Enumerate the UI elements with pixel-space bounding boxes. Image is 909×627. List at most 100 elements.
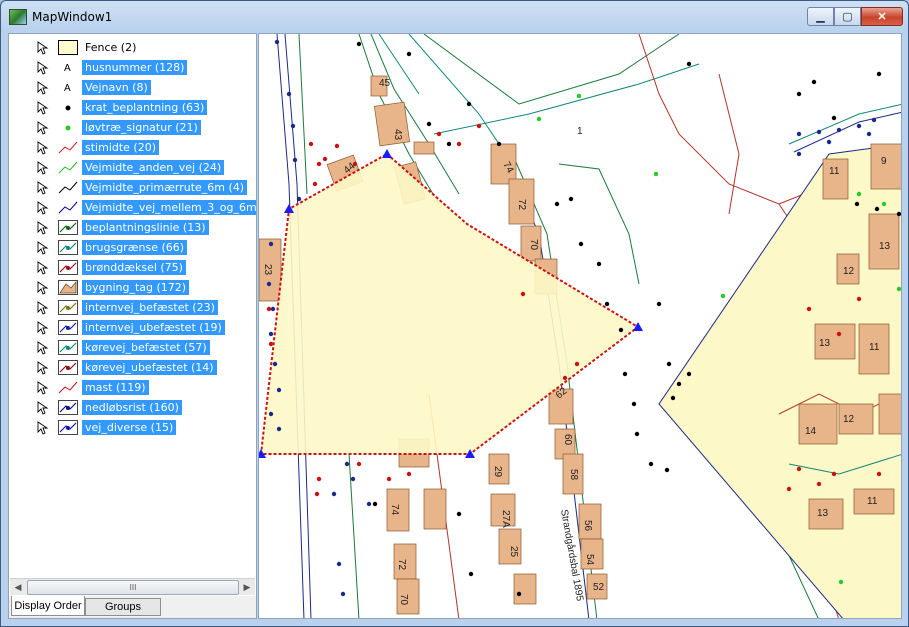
title-bar[interactable]: MapWindow1 ▁ ▢ ✕ bbox=[1, 1, 908, 31]
layer-row[interactable]: Vejmidte_primærrute_6m (4) bbox=[9, 178, 256, 198]
select-cursor-icon[interactable] bbox=[37, 241, 49, 255]
layer-row[interactable]: kørevej_befæstet (57) bbox=[9, 338, 256, 358]
text-symbol-icon: A bbox=[64, 83, 71, 94]
map-point-feature bbox=[720, 293, 726, 299]
map-point-feature bbox=[356, 461, 362, 467]
house-number-label: 23 bbox=[262, 264, 273, 276]
layer-label[interactable]: kørevej_befæstet (57) bbox=[82, 340, 210, 355]
select-cursor-icon[interactable] bbox=[37, 321, 49, 335]
layer-row[interactable]: løvtræ_signatur (21) bbox=[9, 118, 256, 138]
map-point-feature bbox=[316, 476, 322, 482]
select-cursor-icon[interactable] bbox=[37, 301, 49, 315]
map-view[interactable]: 45 43 44 74 72 70 23 62 60 58 29 27A 25 74 72 70 56 54 52 9… bbox=[258, 33, 902, 619]
layer-row[interactable]: Fence (2) bbox=[9, 38, 256, 58]
map-canvas[interactable]: 454344 747270236260582927A257472705654529… bbox=[259, 34, 902, 619]
layer-row[interactable]: vej_diverse (15) bbox=[9, 418, 256, 438]
layer-label[interactable]: løvtræ_signatur (21) bbox=[82, 120, 201, 135]
layer-label[interactable]: internvej_befæstet (23) bbox=[82, 300, 218, 315]
layer-label[interactable]: brugsgrænse (66) bbox=[82, 240, 188, 255]
layer-row[interactable]: kørevej_ubefæstet (14) bbox=[9, 358, 256, 378]
map-point-feature bbox=[596, 261, 602, 267]
layer-row[interactable]: brugsgrænse (66) bbox=[9, 238, 256, 258]
layer-row[interactable]: krat_beplantning (63) bbox=[9, 98, 256, 118]
polygon-symbol-icon bbox=[58, 280, 78, 295]
horizontal-scrollbar[interactable]: ◀ III ▶ bbox=[10, 578, 255, 595]
layer-row[interactable]: mast (119) bbox=[9, 378, 256, 398]
layer-row[interactable]: brønddæksel (75) bbox=[9, 258, 256, 278]
select-cursor-icon[interactable] bbox=[37, 81, 49, 95]
layer-list: Fence (2) Ahusnummer (128) A Vejnavn (8) kra… bbox=[9, 34, 256, 578]
legend-tabs: Display Order Groups bbox=[9, 596, 256, 618]
select-cursor-icon[interactable] bbox=[37, 201, 49, 215]
map-point-feature bbox=[831, 471, 837, 477]
layer-row[interactable]: nedløbsrist (160) bbox=[9, 398, 256, 418]
select-cursor-icon[interactable] bbox=[37, 381, 49, 395]
layer-label[interactable]: beplantningslinie (13) bbox=[82, 220, 209, 235]
layer-row[interactable]: bygning_tag (172) bbox=[9, 278, 256, 298]
select-cursor-icon[interactable] bbox=[37, 101, 49, 115]
maximize-button[interactable]: ▢ bbox=[834, 7, 861, 26]
select-cursor-icon[interactable] bbox=[37, 341, 49, 355]
layer-row[interactable]: Vejmidte_vej_mellem_3_og_6m (8) bbox=[9, 198, 256, 218]
map-point-feature bbox=[520, 291, 526, 297]
select-cursor-icon[interactable] bbox=[37, 41, 49, 55]
tab-groups[interactable]: Groups bbox=[85, 598, 161, 616]
minimize-button[interactable]: ▁ bbox=[807, 7, 834, 26]
layer-label[interactable]: brønddæksel (75) bbox=[82, 260, 186, 275]
scroll-thumb[interactable]: III bbox=[27, 580, 239, 595]
house-number-label: 72 bbox=[396, 559, 407, 571]
select-cursor-icon[interactable] bbox=[37, 261, 49, 275]
layer-label[interactable]: Vejnavn (8) bbox=[82, 80, 151, 95]
layer-label[interactable]: stimidte (20) bbox=[82, 140, 160, 155]
select-cursor-icon[interactable] bbox=[37, 121, 49, 135]
layer-row[interactable]: internvej_ubefæstet (19) bbox=[9, 318, 256, 338]
layer-row[interactable]: A Vejnavn (8) bbox=[9, 78, 256, 98]
map-point-feature bbox=[622, 371, 628, 377]
map-point-feature bbox=[568, 196, 574, 202]
layer-label[interactable]: mast (119) bbox=[82, 380, 149, 395]
map-point-feature bbox=[268, 331, 274, 337]
select-cursor-icon[interactable] bbox=[37, 141, 49, 155]
layer-row[interactable]: stimidte (20) bbox=[9, 138, 256, 158]
layer-label[interactable]: bygning_tag (172) bbox=[82, 280, 190, 295]
map-point-feature bbox=[618, 327, 624, 333]
layer-row[interactable]: beplantningslinie (13) bbox=[9, 218, 256, 238]
layer-label[interactable]: Fence (2) bbox=[82, 40, 139, 55]
line-point-symbol-icon bbox=[58, 340, 78, 355]
scroll-left-arrow-icon[interactable]: ◀ bbox=[10, 579, 26, 595]
layer-row[interactable]: Ahusnummer (128) bbox=[9, 58, 256, 78]
close-button[interactable]: ✕ bbox=[861, 7, 903, 26]
map-point-feature bbox=[344, 461, 350, 467]
line-point-symbol-icon bbox=[58, 300, 78, 315]
layer-label[interactable]: internvej_ubefæstet (19) bbox=[82, 320, 225, 335]
select-cursor-icon[interactable] bbox=[37, 361, 49, 375]
layer-label[interactable]: nedløbsrist (160) bbox=[82, 400, 182, 415]
line-symbol-icon bbox=[58, 161, 78, 174]
map-point-feature bbox=[796, 91, 802, 97]
select-cursor-icon[interactable] bbox=[37, 401, 49, 415]
select-cursor-icon[interactable] bbox=[37, 161, 49, 175]
tab-display-order[interactable]: Display Order bbox=[11, 596, 85, 616]
layer-label[interactable]: vej_diverse (15) bbox=[82, 420, 177, 435]
map-point-feature bbox=[268, 411, 274, 417]
select-cursor-icon[interactable] bbox=[37, 421, 49, 435]
layer-row[interactable]: internvej_befæstet (23) bbox=[9, 298, 256, 318]
house-number-label: 25 bbox=[508, 546, 519, 558]
select-cursor-icon[interactable] bbox=[37, 181, 49, 195]
layer-label[interactable]: krat_beplantning (63) bbox=[82, 100, 208, 115]
map-point-feature bbox=[656, 301, 662, 307]
scroll-right-arrow-icon[interactable]: ▶ bbox=[239, 579, 255, 595]
layer-row[interactable]: Vejmidte_anden_vej (24) bbox=[9, 158, 256, 178]
house-number-label: 60 bbox=[562, 434, 573, 446]
house-number-label: 1 bbox=[577, 126, 583, 137]
layer-label[interactable]: Vejmidte_vej_mellem_3_og_6m (8) bbox=[82, 200, 256, 215]
map-point-feature bbox=[456, 511, 462, 517]
layer-label[interactable]: kørevej_ubefæstet (14) bbox=[82, 360, 217, 375]
layer-label[interactable]: Vejmidte_primærrute_6m (4) bbox=[82, 180, 248, 195]
layer-label[interactable]: husnummer (128) bbox=[82, 60, 188, 75]
select-cursor-icon[interactable] bbox=[37, 61, 49, 75]
select-cursor-icon[interactable] bbox=[37, 221, 49, 235]
map-point-feature bbox=[276, 426, 282, 432]
select-cursor-icon[interactable] bbox=[37, 281, 49, 295]
layer-label[interactable]: Vejmidte_anden_vej (24) bbox=[82, 160, 225, 175]
